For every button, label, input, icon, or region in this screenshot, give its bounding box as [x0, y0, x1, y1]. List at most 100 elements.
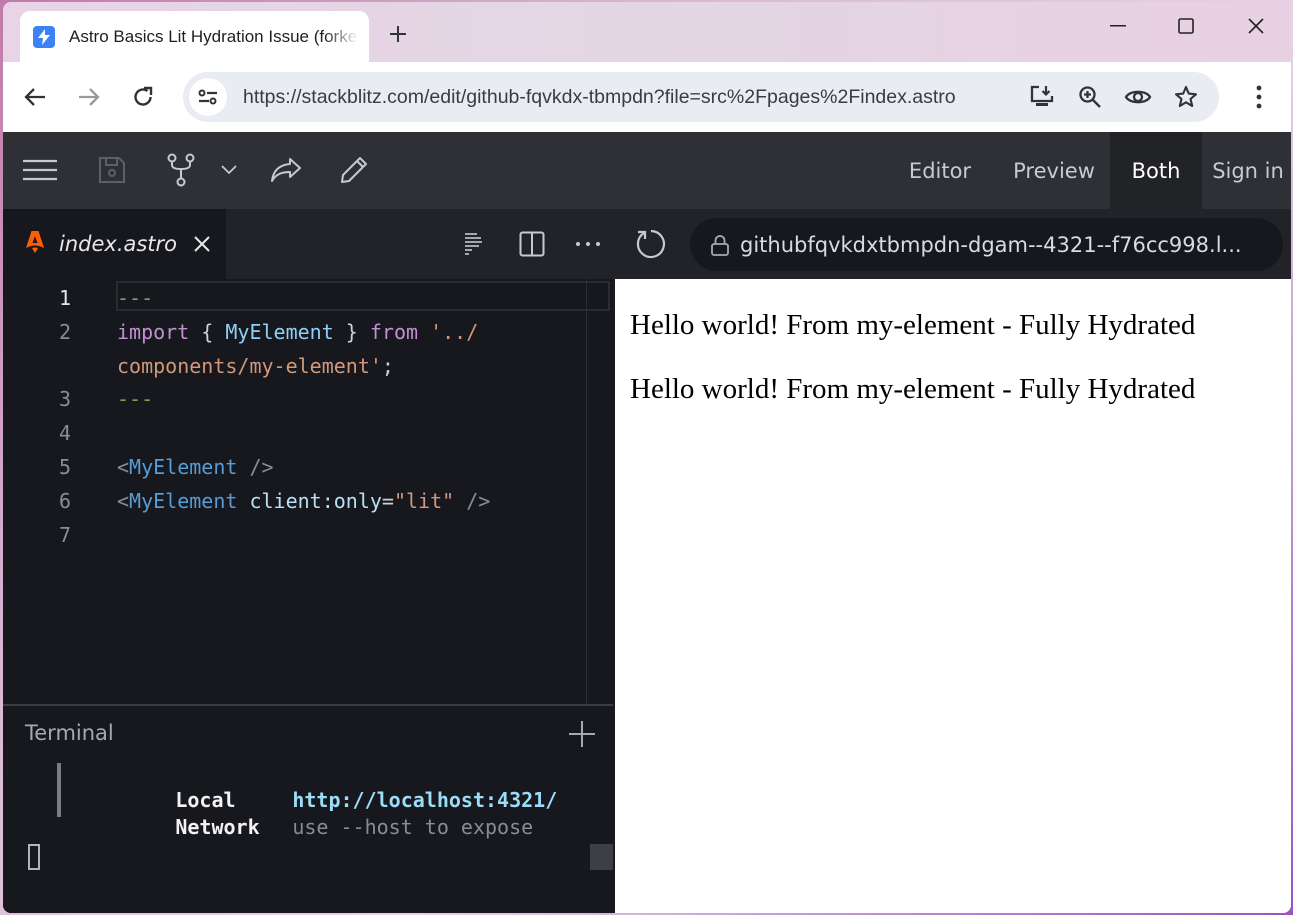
file-tab-name: index.astro	[59, 232, 178, 256]
preview-toolbar: githubfqvkdxtbmpdn-dgam--4321--f76cc998.…	[613, 209, 1291, 279]
code-line[interactable]: 4	[3, 416, 613, 450]
line-number: 2	[58, 320, 71, 344]
minimize-button[interactable]	[1095, 8, 1141, 44]
editor-more-button[interactable]	[571, 227, 605, 261]
code-token: client:only	[249, 489, 382, 513]
eye-icon[interactable]	[1122, 81, 1154, 113]
zoom-icon[interactable]	[1074, 81, 1106, 113]
astro-logo-icon	[25, 230, 45, 259]
sign-in-button[interactable]: Sign in	[1205, 132, 1291, 209]
view-editor-button[interactable]: Editor	[896, 132, 984, 209]
back-button[interactable]	[18, 80, 52, 114]
browser-toolbar: https://stackblitz.com/edit/github-fqvkd…	[3, 62, 1291, 132]
terminal-network-hint: use --host to expose	[292, 815, 534, 839]
line-number: 7	[58, 523, 71, 547]
close-window-button[interactable]	[1233, 8, 1279, 44]
address-bar[interactable]: https://stackblitz.com/edit/github-fqvkd…	[183, 72, 1219, 122]
hamburger-menu-icon	[23, 159, 57, 181]
view-both-button[interactable]: Both	[1110, 132, 1202, 209]
hamburger-menu-button[interactable]	[22, 152, 58, 188]
code-token: "lit"	[393, 489, 455, 513]
terminal-cursor	[28, 844, 40, 870]
reload-button[interactable]	[126, 80, 160, 114]
maximize-icon	[1178, 18, 1194, 34]
fork-options-dropdown[interactable]	[211, 152, 247, 188]
bookmark-star-icon[interactable]	[1170, 81, 1202, 113]
kebab-menu-icon	[1256, 85, 1262, 109]
close-icon	[194, 236, 210, 252]
preview-reload-button[interactable]	[633, 226, 669, 262]
url-text[interactable]: https://stackblitz.com/edit/github-fqvkd…	[243, 86, 956, 109]
code-token: ;	[381, 354, 394, 378]
fork-icon	[167, 153, 195, 187]
install-app-icon[interactable]	[1026, 81, 1058, 113]
code-line[interactable]: 7	[3, 518, 613, 552]
code-line[interactable]: 3 ---	[3, 382, 613, 416]
terminal-panel[interactable]: Terminal Local http://localhost:4321/ Net…	[3, 704, 613, 913]
forward-button[interactable]	[72, 80, 106, 114]
code-token: =	[381, 489, 394, 513]
code-token: <	[117, 489, 130, 513]
reload-icon	[134, 86, 153, 106]
save-icon	[99, 157, 125, 183]
code-line[interactable]: 6 <MyElement client:only="lit" />	[3, 484, 613, 518]
tune-icon	[198, 89, 217, 105]
tab-title: Astro Basics Lit Hydration Issue (forked…	[69, 26, 359, 46]
maximize-button[interactable]	[1163, 8, 1209, 44]
code-line[interactable]: components/my-element';	[3, 349, 613, 383]
line-number: 4	[58, 421, 71, 445]
split-editor-icon	[519, 231, 545, 257]
close-tab-button[interactable]	[193, 235, 211, 253]
edit-button[interactable]	[336, 152, 372, 188]
split-editor-button[interactable]	[515, 227, 549, 261]
code-line[interactable]: 5 <MyElement />	[3, 450, 613, 484]
site-info-button[interactable]	[189, 78, 227, 116]
stackblitz-header: Editor Preview Both Sign in	[3, 132, 1291, 209]
code-token: '../	[418, 320, 479, 344]
line-number: 3	[58, 387, 71, 411]
line-number: 5	[58, 455, 71, 479]
code-token: />	[237, 455, 274, 479]
browser-menu-button[interactable]	[1243, 80, 1275, 114]
code-token: MyElement	[225, 320, 334, 344]
code-text: ---	[117, 382, 153, 416]
editor-pane: index.astro 1 --- 2 import { MyElement } fr…	[3, 209, 613, 913]
code-token: }	[333, 320, 370, 344]
view-preview-button[interactable]: Preview	[999, 132, 1109, 209]
file-tab-index-astro[interactable]: index.astro	[3, 209, 226, 279]
lock-icon	[711, 234, 729, 256]
preview-url-text: githubfqvkdxtbmpdn-dgam--4321--f76cc998.…	[740, 232, 1242, 257]
plus-icon	[390, 26, 406, 42]
browser-tab-active[interactable]: Astro Basics Lit Hydration Issue (forked…	[20, 11, 369, 62]
save-button[interactable]	[94, 152, 130, 188]
code-token: from	[369, 320, 419, 344]
terminal-scrollbar[interactable]	[590, 844, 613, 870]
code-token: components/my-element'	[117, 354, 382, 378]
new-tab-button[interactable]	[383, 19, 413, 49]
reload-icon	[636, 229, 666, 259]
prettier-format-button[interactable]	[457, 227, 491, 261]
preview-url-bar[interactable]: githubfqvkdxtbmpdn-dgam--4321--f76cc998.…	[690, 218, 1283, 271]
share-button[interactable]	[268, 152, 304, 188]
line-number: 6	[58, 489, 71, 513]
editor-tab-bar: index.astro	[3, 209, 613, 279]
code-token: MyElement	[129, 455, 238, 479]
arrow-right-icon	[79, 88, 100, 106]
more-icon	[576, 242, 600, 246]
code-line[interactable]: 1 ---	[3, 281, 613, 315]
code-token: ---	[117, 387, 154, 411]
code-editor[interactable]: 1 --- 2 import { MyElement } from '../compo…	[3, 279, 613, 704]
fork-button[interactable]	[163, 152, 199, 188]
terminal-output-bar	[57, 763, 61, 817]
code-text: <MyElement client:only="lit" />	[117, 484, 490, 518]
code-line[interactable]: 2 import { MyElement } from '../	[3, 315, 613, 349]
line-number: 1	[58, 286, 71, 310]
preview-frame[interactable]: Hello world! From my-element - Fully Hyd…	[613, 279, 1291, 913]
code-token: MyElement	[129, 489, 238, 513]
new-terminal-button[interactable]	[566, 718, 598, 750]
minimize-icon	[1110, 25, 1126, 27]
code-token: ---	[117, 286, 154, 310]
share-icon	[271, 158, 301, 182]
preview-text-line: Hello world! From my-element - Fully Hyd…	[630, 309, 1196, 341]
